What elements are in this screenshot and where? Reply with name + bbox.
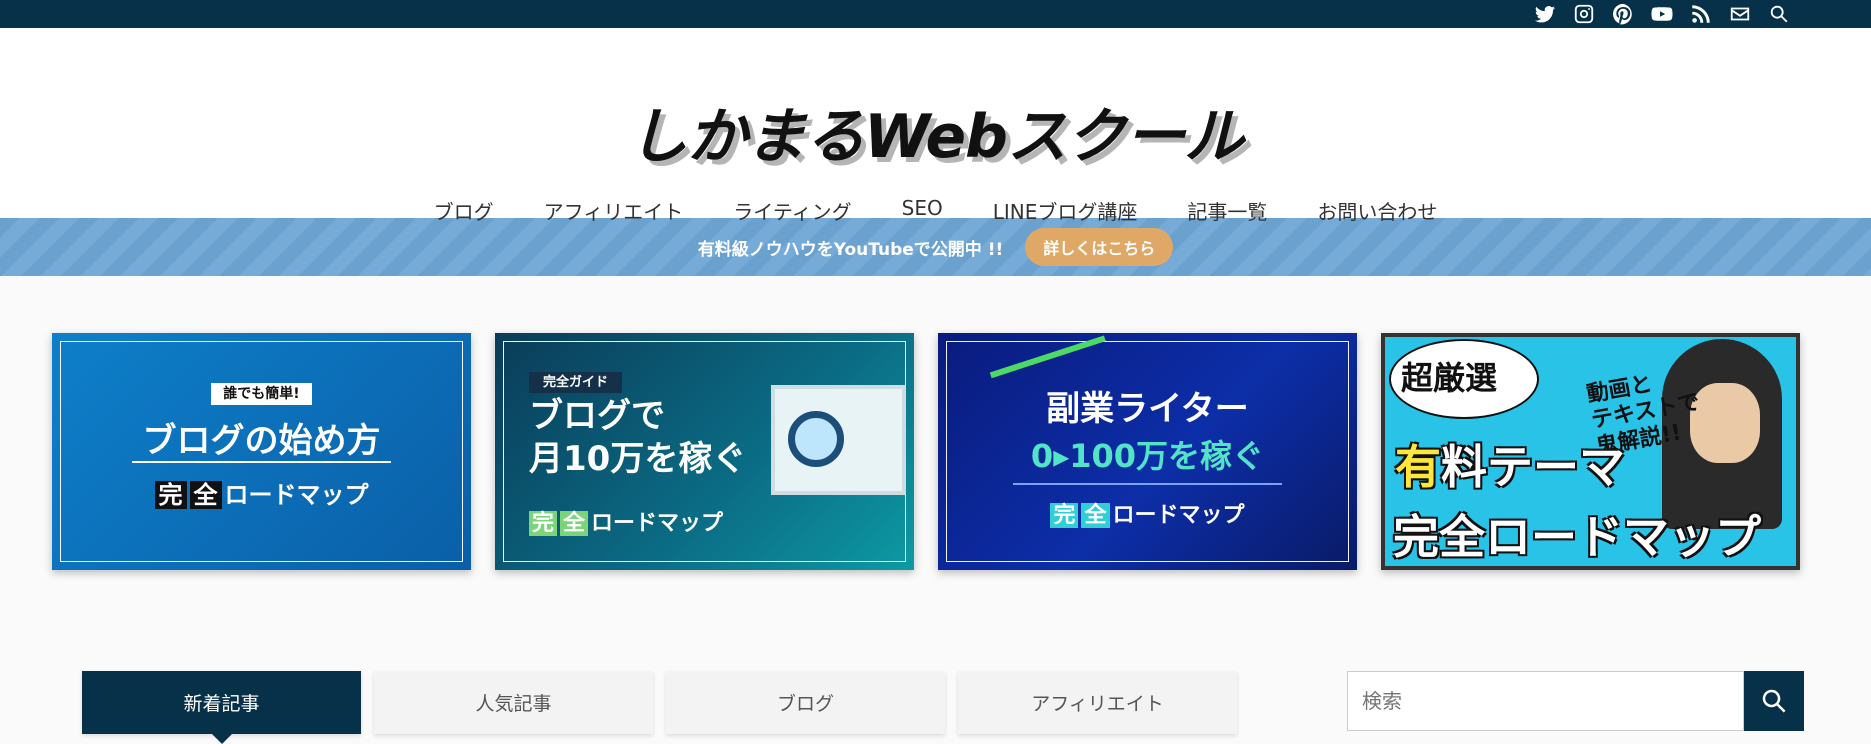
card-subtitle: 完全ロードマップ — [52, 475, 471, 510]
tab-new-articles[interactable]: 新着記事 — [82, 671, 361, 734]
search-input[interactable] — [1347, 671, 1744, 731]
site-header: しかまるWebスクール ブログ アフィリエイト ライティング SEO LINEブ… — [0, 28, 1871, 224]
rss-icon[interactable] — [1689, 2, 1713, 26]
article-tabs: 新着記事 人気記事 ブログ アフィリエイト — [82, 671, 1237, 734]
card-badge: 誰でも簡単! — [52, 383, 471, 405]
card-title: 副業ライター — [1046, 389, 1249, 429]
card-writer[interactable]: 副業ライター 0▸100万を稼ぐ 完全ロードマップ — [938, 333, 1357, 570]
featured-cards: 誰でも簡単! ブログの始め方 完全ロードマップ 完全ガイド ブログで 月10万を… — [52, 333, 1800, 570]
magnifier-illustration — [788, 411, 844, 467]
search-icon — [1762, 689, 1786, 713]
tab-affiliate[interactable]: アフィリエイト — [958, 671, 1237, 734]
social-icons — [1533, 2, 1791, 26]
card-frame — [1381, 333, 1800, 570]
card-blog-start[interactable]: 誰でも簡単! ブログの始め方 完全ロードマップ — [52, 333, 471, 570]
nav-item-writing[interactable]: ライティング — [733, 196, 851, 225]
mail-icon[interactable] — [1728, 2, 1752, 26]
youtube-icon[interactable] — [1650, 2, 1674, 26]
card-title: ブログで 月10万を稼ぐ — [529, 396, 747, 479]
twitter-icon[interactable] — [1533, 2, 1557, 26]
nav-item-blog[interactable]: ブログ — [434, 196, 494, 225]
card-divider — [1013, 483, 1282, 485]
card-subtitle: 完全ロードマップ — [529, 505, 723, 537]
top-bar — [0, 0, 1871, 28]
nav-item-articles[interactable]: 記事一覧 — [1187, 196, 1267, 225]
search-button[interactable] — [1744, 671, 1804, 731]
card-paid-theme[interactable]: 超厳選 動画と テキストで 鬼解説!! 有料テーマ 完全ロードマップ — [1381, 333, 1800, 570]
nav-item-line-course[interactable]: LINEブログ講座 — [993, 196, 1138, 225]
card-blog-income[interactable]: 完全ガイド ブログで 月10万を稼ぐ 完全ロードマップ — [495, 333, 914, 570]
notice-bar: 有料級ノウハウをYouTubeで公開中 !! 詳しくはこちら — [0, 218, 1871, 276]
search-box — [1347, 671, 1804, 731]
tab-blog[interactable]: ブログ — [666, 671, 945, 734]
site-logo[interactable]: しかまるWebスクール — [0, 88, 1871, 175]
card-badge: 完全ガイド — [529, 371, 623, 393]
notice-message: 有料級ノウハウをYouTubeで公開中 !! — [697, 239, 1004, 260]
tab-popular-articles[interactable]: 人気記事 — [374, 671, 653, 734]
instagram-icon[interactable] — [1572, 2, 1596, 26]
card-title: ブログの始め方 — [142, 421, 381, 461]
search-icon[interactable] — [1767, 2, 1791, 26]
nav-item-contact[interactable]: お問い合わせ — [1317, 196, 1437, 225]
pinterest-icon[interactable] — [1611, 2, 1635, 26]
global-nav: ブログ アフィリエイト ライティング SEO LINEブログ講座 記事一覧 お問… — [0, 196, 1871, 225]
nav-item-seo[interactable]: SEO — [902, 196, 943, 225]
card-subtitle: 完全ロードマップ — [938, 497, 1357, 529]
logo-text: しかまるWebスクール — [628, 102, 1244, 172]
card-title-2: 0▸100万を稼ぐ — [1030, 437, 1265, 475]
nav-item-affiliate[interactable]: アフィリエイト — [544, 196, 684, 225]
notice-button[interactable]: 詳しくはこちら — [1025, 228, 1174, 266]
card-divider — [132, 461, 391, 463]
